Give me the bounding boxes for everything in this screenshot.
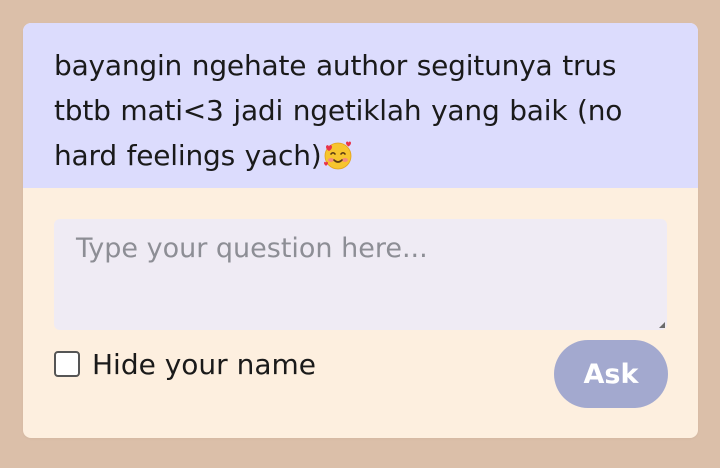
hide-name-label: Hide your name: [92, 347, 316, 381]
resize-handle-icon[interactable]: [659, 322, 665, 328]
prompt-banner: bayangin ngehate author segitunya trus t…: [23, 23, 698, 188]
question-input[interactable]: [54, 219, 667, 330]
question-field: [54, 219, 667, 330]
hide-name-checkbox[interactable]: [54, 351, 80, 377]
smiling-face-with-hearts-icon: [324, 141, 352, 170]
ask-card: bayangin ngehate author segitunya trus t…: [23, 23, 698, 438]
ask-button[interactable]: Ask: [554, 340, 668, 408]
prompt-text-container: bayangin ngehate author segitunya trus t…: [54, 43, 658, 178]
hide-name-option[interactable]: Hide your name: [54, 344, 316, 384]
